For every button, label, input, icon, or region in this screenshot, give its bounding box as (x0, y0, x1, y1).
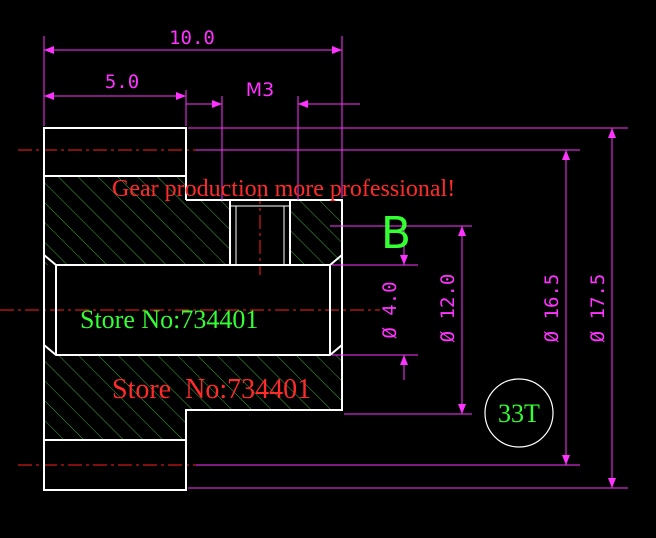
dim-text-bore-diameter: Ø 4.0 (379, 281, 401, 338)
dim-text-overall-length: 10.0 (169, 27, 215, 49)
dim-text-thread: M3 (246, 79, 274, 101)
gear-technical-drawing: 10.0 5.0 M3 Ø 4.0 Ø 12.0 Ø 16.5 Ø 17.5 G… (0, 27, 628, 491)
dim-text-hub-diameter: Ø 12.0 (437, 274, 459, 343)
teeth-count-label: 33T (498, 399, 540, 428)
bore-bottom-chamfer (43, 344, 343, 356)
dim-text-root-diameter: Ø 16.5 (541, 274, 563, 343)
slogan-watermark: Gear production more professional! (112, 176, 455, 202)
dim-text-hub-length: 5.0 (105, 71, 139, 93)
store-number-red: Store No:734401 (112, 374, 311, 405)
teeth-count-badge: 33T (484, 378, 554, 448)
store-number-green: Store No:734401 (80, 305, 258, 334)
dim-text-outer-diameter: Ø 17.5 (587, 274, 609, 343)
variant-label: B (381, 208, 411, 259)
